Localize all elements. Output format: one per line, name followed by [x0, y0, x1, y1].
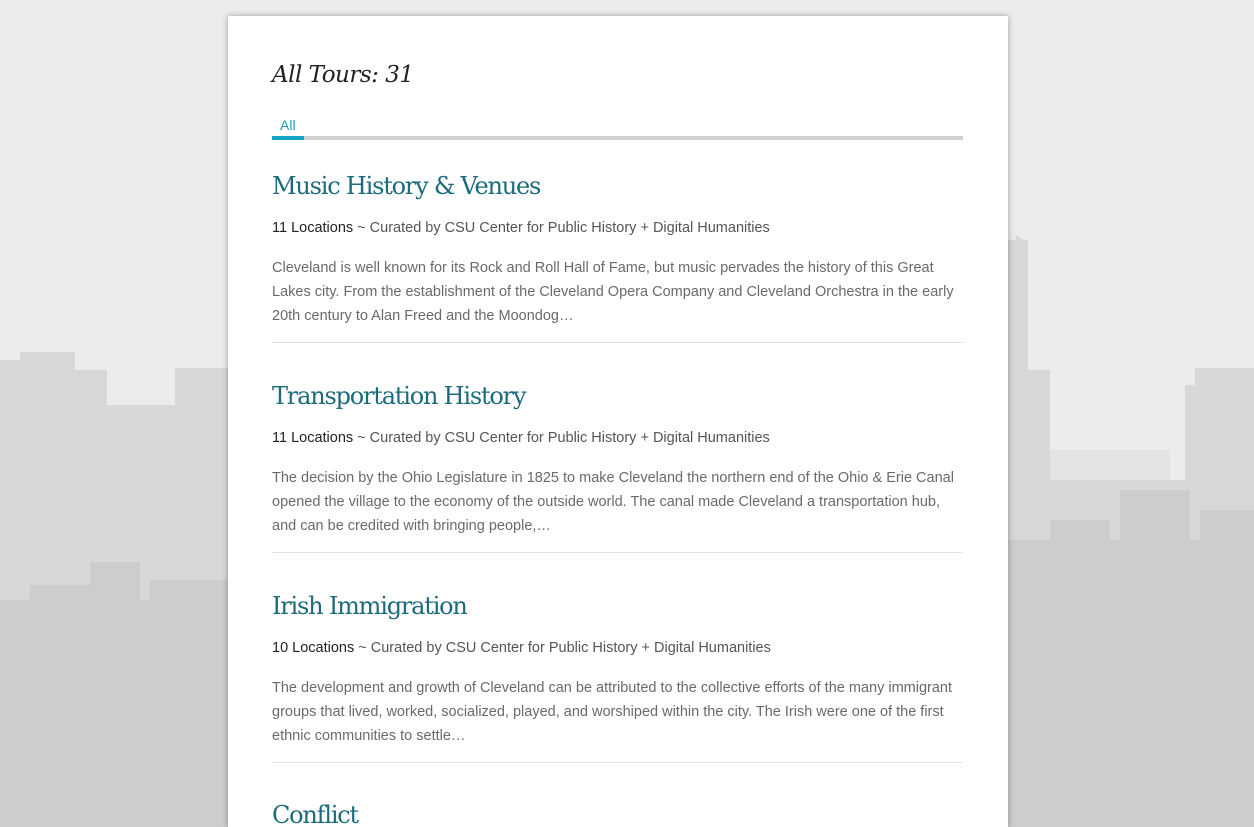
tour-divider	[272, 552, 963, 553]
tour-description: The development and growth of Cleveland …	[272, 680, 952, 744]
tab-all[interactable]: All	[280, 117, 296, 133]
tour-meta: 11 Locations ~ Curated by CSU Center for…	[272, 219, 963, 237]
page-title: All Tours: 31	[272, 62, 414, 88]
tour-title-link[interactable]: Irish Immigration	[272, 589, 963, 623]
tours-panel: All Tours: 31 All Music History & Venues…	[228, 16, 1008, 827]
tour-description: The decision by the Ohio Legislature in …	[272, 470, 954, 534]
tour-description: Cleveland is well known for its Rock and…	[272, 260, 954, 324]
tour-curator: ~ Curated by CSU Center for Public Histo…	[353, 220, 770, 236]
tour-location-count: 11 Locations	[272, 220, 354, 236]
tour-item: Irish Immigration 10 Locations ~ Curated…	[272, 589, 963, 763]
tour-item: Music History & Venues 11 Locations ~ Cu…	[272, 169, 963, 343]
tour-item: Transportation History 11 Locations ~ Cu…	[272, 379, 963, 553]
tour-divider	[272, 342, 963, 343]
tour-item: Conflict	[272, 798, 963, 827]
tour-meta: 11 Locations ~ Curated by CSU Center for…	[272, 429, 963, 447]
tour-location-count: 11 Locations	[272, 430, 354, 446]
tab-track	[272, 136, 963, 140]
tour-title-link[interactable]: Music History & Venues	[272, 169, 963, 203]
tour-curator: ~ Curated by CSU Center for Public Histo…	[353, 430, 770, 446]
tour-location-count: 10 Locations	[272, 640, 355, 656]
tab-active-indicator	[272, 136, 304, 140]
tour-curator: ~ Curated by CSU Center for Public Histo…	[354, 640, 771, 656]
tab-bar: All	[272, 114, 963, 142]
tour-title-link[interactable]: Conflict	[272, 798, 963, 827]
tour-divider	[272, 762, 963, 763]
tour-title-link[interactable]: Transportation History	[272, 379, 963, 413]
tour-meta: 10 Locations ~ Curated by CSU Center for…	[272, 639, 963, 657]
